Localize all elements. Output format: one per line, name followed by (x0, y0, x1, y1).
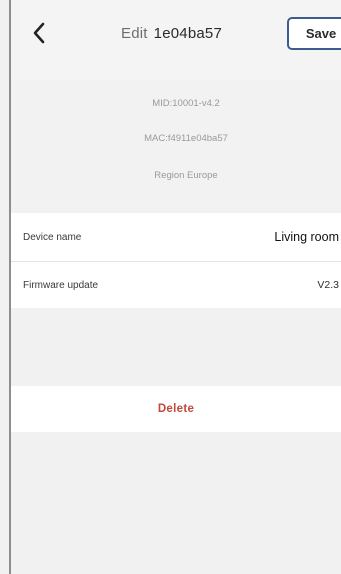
firmware-update-label: Firmware update (23, 279, 99, 291)
device-name-value: Living room (274, 230, 339, 244)
page-title-device-id: 1e04ba57 (153, 25, 222, 42)
firmware-version-value: V2.3 (317, 279, 339, 291)
back-button[interactable] (27, 19, 51, 47)
device-name-label: Device name (23, 231, 82, 243)
mid-text: MID:10001-v4.2 (152, 98, 220, 109)
edit-device-screen: Edit 1e04ba57 Save MID:10001-v4.2 MAC:f49… (0, 0, 341, 574)
region-text: Region Europe (154, 170, 218, 181)
header-bar: Edit 1e04ba57 Save (11, 0, 341, 80)
page-title: Edit 1e04ba57 (121, 25, 222, 42)
device-info-panel: MID:10001-v4.2 MAC:f4911e04ba57 Region E… (11, 80, 341, 210)
chevron-left-icon (32, 22, 46, 44)
firmware-update-row[interactable]: Firmware update V2.3 (11, 262, 341, 308)
save-button[interactable]: Save (287, 17, 341, 50)
device-name-row[interactable]: Device name Living room (11, 213, 341, 261)
mac-text: MAC:f4911e04ba57 (144, 133, 228, 144)
delete-button[interactable]: Delete (11, 386, 341, 432)
page-title-prefix: Edit (121, 25, 148, 42)
